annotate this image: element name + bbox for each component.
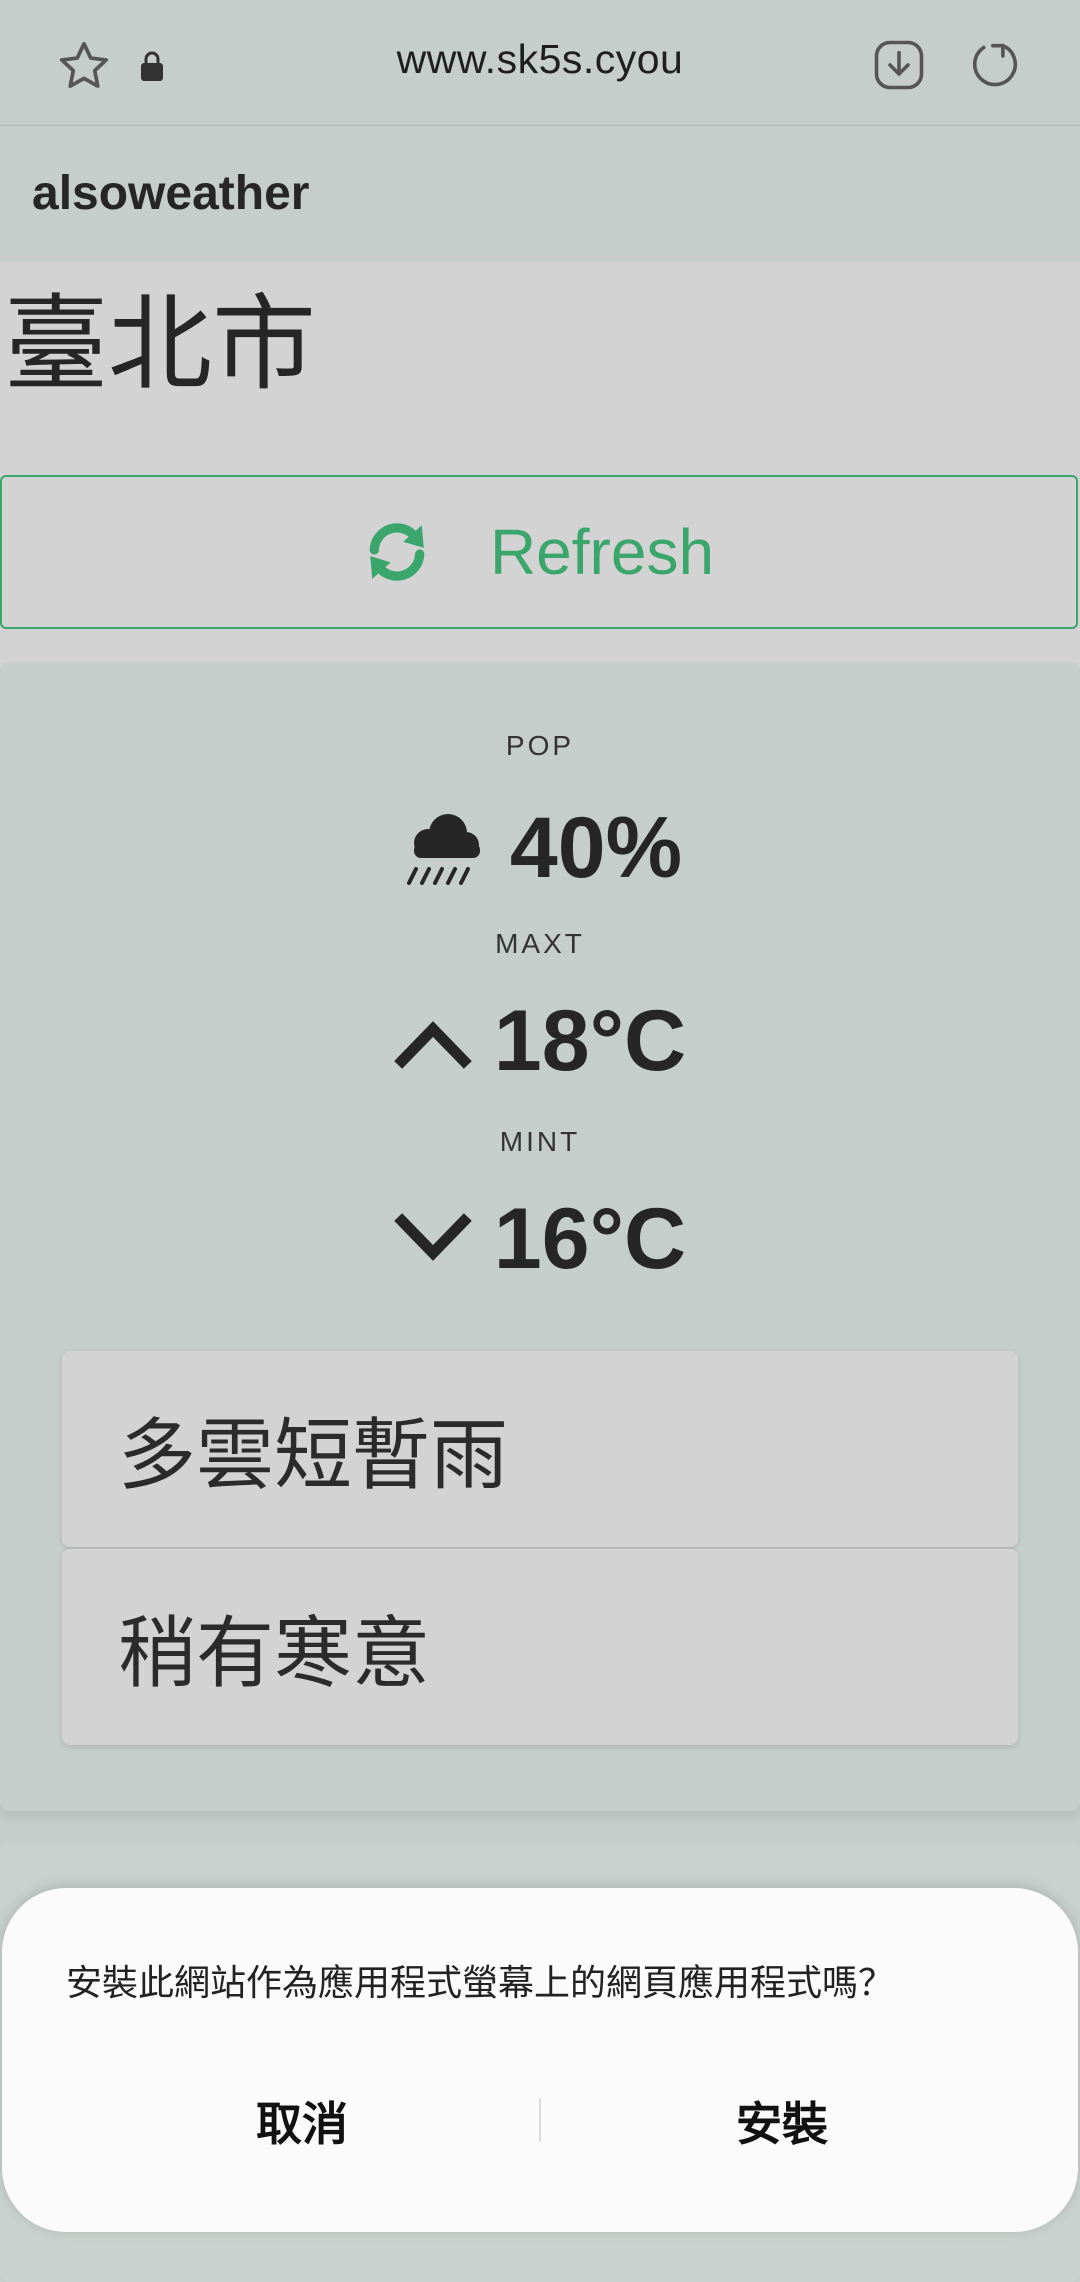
pop-row: 40% (0, 803, 1080, 893)
location-section: 臺北市 Refresh (0, 262, 1080, 672)
install-dialog-message: 安裝此網站作為應用程式螢幕上的網頁應用程式嗎？ (66, 1963, 895, 2004)
chevron-down-icon (394, 1209, 472, 1269)
app-title[interactable]: alsoweather (32, 166, 309, 221)
weather-description-text: 多雲短暫雨 (118, 1411, 509, 1501)
reload-icon[interactable] (964, 34, 1026, 96)
mint-row: 16°C (0, 1196, 1080, 1282)
refresh-button[interactable]: Refresh (0, 475, 1078, 629)
maxt-value: 18°C (493, 993, 687, 1089)
comfort-description-box: 稍有寒意 (62, 1549, 1018, 1745)
install-button[interactable]: 安裝 (572, 2076, 992, 2166)
weather-card: POP 40% MAXT 18°C MINT 16°C 多雲短暫雨 稍有寒意 (0, 663, 1080, 1811)
download-icon[interactable] (868, 34, 930, 96)
dialog-divider (539, 2098, 541, 2142)
chevron-up-icon (394, 1011, 472, 1071)
install-dialog: 安裝此網站作為應用程式螢幕上的網頁應用程式嗎？ 取消 安裝 (2, 1888, 1078, 2232)
comfort-description-text: 稍有寒意 (118, 1609, 431, 1699)
pop-value: 40% (509, 800, 683, 896)
mint-label: MINT (499, 1126, 581, 1157)
cloud-rain-icon (398, 803, 488, 893)
city-name: 臺北市 (4, 283, 317, 405)
weather-description-box: 多雲短暫雨 (62, 1351, 1018, 1547)
mint-value: 16°C (493, 1191, 687, 1287)
maxt-label: MAXT (495, 928, 585, 959)
refresh-icon (364, 519, 430, 585)
cancel-button[interactable]: 取消 (92, 2076, 512, 2166)
app-header: alsoweather (0, 126, 1080, 262)
browser-address-bar: www.sk5s.cyou (0, 0, 1080, 126)
pop-label: POP (505, 730, 575, 761)
maxt-row: 18°C (0, 998, 1080, 1084)
refresh-label: Refresh (489, 516, 715, 588)
